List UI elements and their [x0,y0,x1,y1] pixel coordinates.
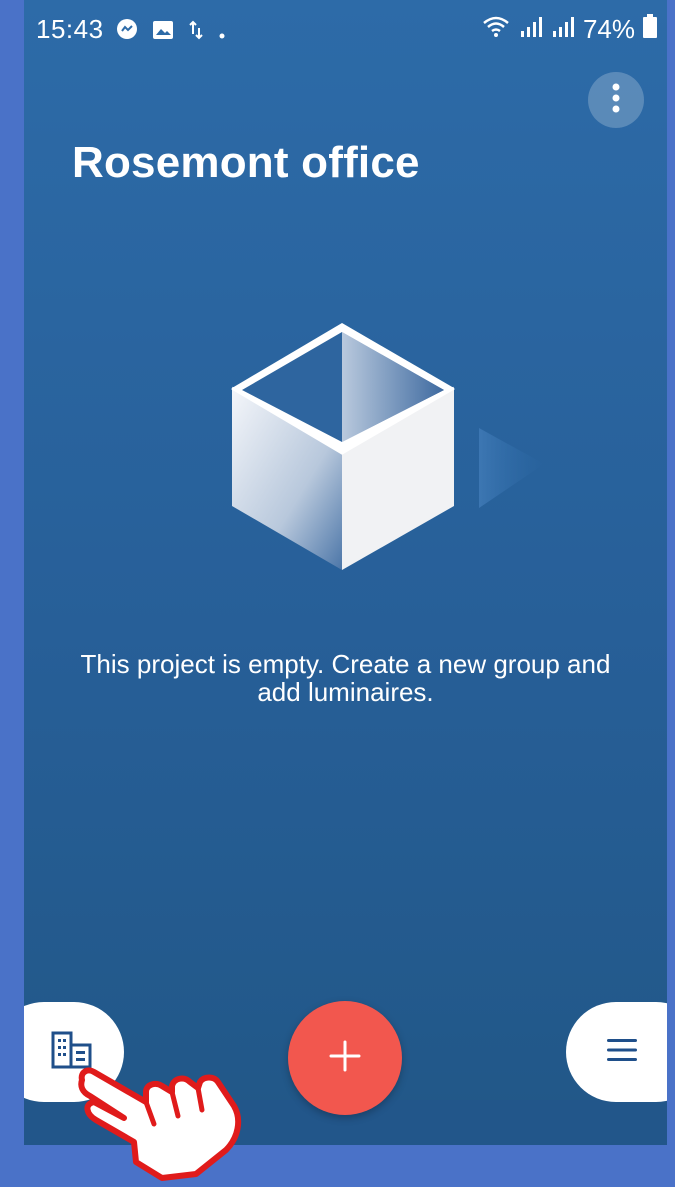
signal-icon [519,14,543,45]
status-time: 15:43 [36,14,104,44]
page-title: Rosemont office [72,138,420,187]
more-vertical-icon [611,83,621,118]
hamburger-menu-icon [606,1038,638,1067]
pointing-hand-icon [76,1062,246,1187]
main-menu-button[interactable] [566,1002,667,1102]
notification-icons [116,16,226,47]
dot-icon [218,16,226,47]
battery-percent: 74% [582,14,635,44]
app-screen: 15:43 74% Rosemont office This project i… [24,0,667,1145]
open-box-icon [204,318,564,583]
wifi-icon [481,14,511,45]
messenger-icon [116,16,138,47]
signal-icon [551,14,575,45]
status-right: 74% [481,14,657,45]
data-transfer-icon [188,16,204,47]
image-icon [152,16,174,47]
battery-icon [643,14,657,45]
plus-icon [328,1039,362,1078]
add-group-button[interactable] [288,1001,402,1115]
status-bar: 15:43 74% [24,0,667,58]
empty-state-message: This project is empty. Create a new grou… [80,649,611,707]
overflow-menu-button[interactable] [588,72,644,128]
